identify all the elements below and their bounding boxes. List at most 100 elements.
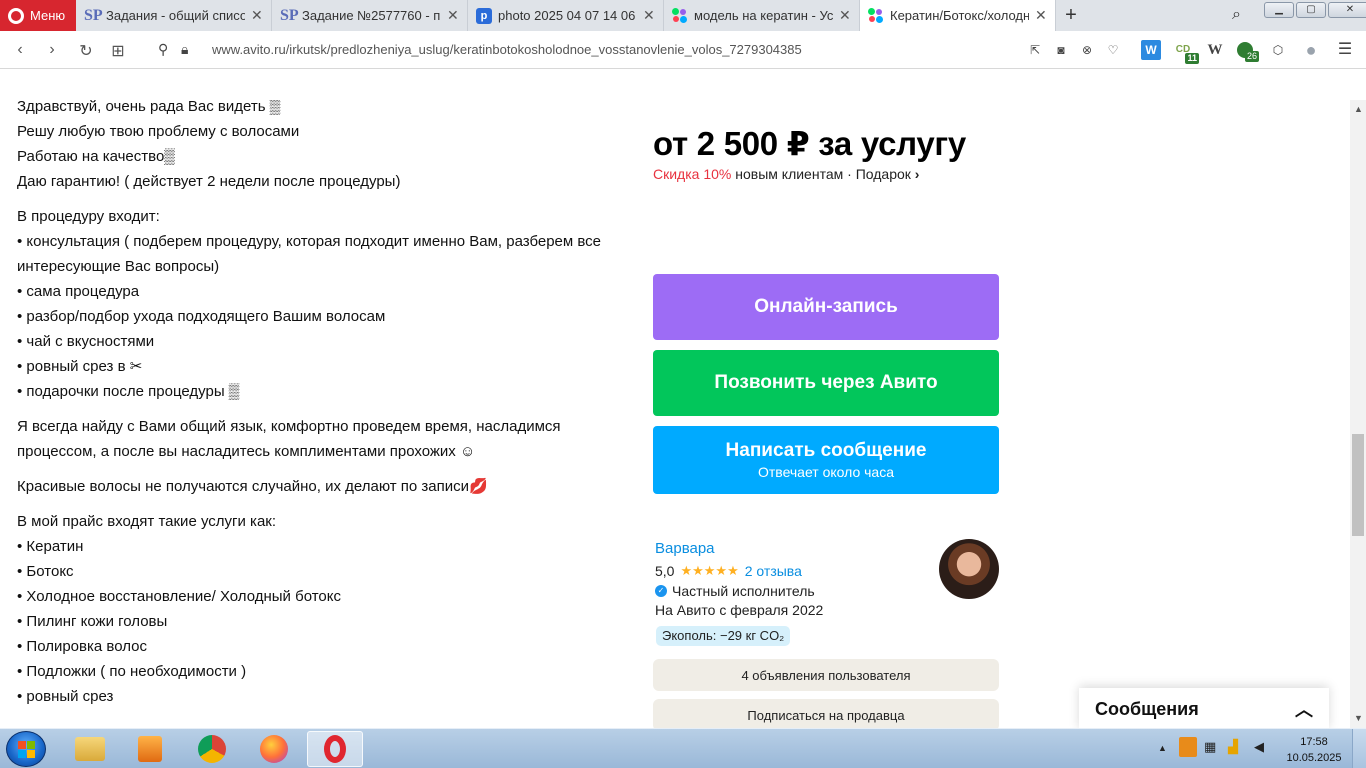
close-icon[interactable]: ✕ [251,7,263,24]
screen: Меню SP Задания - общий список з ✕ SP За… [0,0,1366,768]
camera-icon[interactable]: ◙ [1051,40,1071,60]
start-button[interactable] [6,731,46,767]
star-rating-icon: ★★★★★ [680,563,739,578]
easy-setup-icon[interactable]: ☰ [1335,40,1355,60]
firefox-taskbar-button[interactable] [246,731,302,767]
scroll-up-arrow-icon[interactable]: ▲ [1354,104,1363,114]
tab-1[interactable]: SP Задания - общий список з ✕ [76,0,272,31]
tab-bar: Меню SP Задания - общий список з ✕ SP За… [0,0,1366,31]
intro-line: Здравствуй, очень рада Вас видеть ▒ [17,100,281,115]
messages-panel[interactable]: Сообщения ︿ [1079,688,1329,730]
lock-icon[interactable]: 🔒︎ [181,41,188,58]
intro-paragraph: Здравствуй, очень рада Вас видеть ▒ Решу… [17,100,627,194]
tab-5-active[interactable]: Кератин/Ботокс/холодное ✕ [860,0,1056,31]
paragraph-common-language: Я всегда найду с Вами общий язык, комфор… [17,418,561,460]
back-icon[interactable]: ‹ [4,41,36,59]
paragraph-beautiful-hair: Красивые волосы не получаются случайно, … [17,478,488,495]
tab-4[interactable]: модель на кератин - Услу ✕ [664,0,860,31]
wiki-extension-icon[interactable]: W [1205,40,1225,60]
clock-date: 10.05.2025 [1286,752,1342,764]
tray-expand-icon[interactable]: ▲ [1158,743,1167,753]
network-icon[interactable]: ▟ [1228,739,1238,755]
forward-icon[interactable]: › [36,41,68,59]
folder-icon [75,737,105,761]
eco-badge[interactable]: Экополь: −29 кг CO₂ [656,626,791,646]
scroll-down-arrow-icon[interactable]: ▼ [1354,713,1363,723]
tabs-grid-icon[interactable]: ⊞ [102,41,134,61]
tab-3[interactable]: p photo 2025 04 07 14 06 39 ✕ [468,0,664,31]
system-clock[interactable]: 17:58 10.05.2025 [1282,734,1346,766]
tab-title: Задание №2577760 - прос [302,8,441,23]
close-icon[interactable]: ✕ [447,7,459,24]
gift-link[interactable]: Подарок › [856,166,920,182]
opera-logo-icon [8,7,24,24]
location-pin-icon[interactable]: ⚲ [158,41,168,58]
opera-taskbar-button[interactable] [307,731,363,767]
online-booking-label: Онлайн-запись [754,296,898,317]
show-desktop-button[interactable] [1352,729,1366,768]
close-icon[interactable]: ✕ [1035,7,1047,24]
price-item: • Холодное восстановление/ Холодный бото… [17,588,341,605]
reviews-link[interactable]: 2 отзыва [745,563,802,579]
word-extension-icon[interactable]: W [1141,40,1161,60]
heart-icon[interactable]: ♡ [1103,40,1123,60]
close-window-button[interactable]: ✕ [1328,2,1366,18]
avito-favicon-icon [868,7,884,24]
scrollbar-thumb[interactable] [1352,434,1364,536]
seller-avatar[interactable] [939,539,999,599]
subscribe-seller-button[interactable]: Подписаться на продавца [653,699,999,728]
tab-2[interactable]: SP Задание №2577760 - прос ✕ [272,0,468,31]
media-player-taskbar-button[interactable] [122,731,178,767]
explorer-taskbar-button[interactable] [62,731,118,767]
price-list-title: В мой прайс входят такие услуги как: [17,513,277,530]
firefox-icon [260,735,288,763]
tray-app-icon[interactable] [1179,737,1197,757]
profile-icon[interactable]: ● [1301,40,1321,60]
call-via-avito-button[interactable]: Позвонить через Авито [653,350,999,416]
tray-device-icon[interactable]: ▦ [1204,739,1216,755]
opera-menu-button[interactable]: Меню [0,0,76,31]
cd-extension-icon[interactable]: CD 11 [1173,40,1199,64]
menu-label: Меню [30,8,66,23]
seller-rating: 5,0 ★★★★★ 2 отзыва [655,563,802,579]
vk-extension-icon[interactable]: 26 [1237,42,1259,62]
adblock-icon[interactable]: ⊗ [1077,40,1097,60]
reload-icon[interactable]: ↻ [70,41,102,61]
page-scrollbar[interactable] [1350,100,1366,728]
page-content: Здравствуй, очень рада Вас видеть ▒ Решу… [0,100,1350,728]
minimize-button[interactable]: ▁ [1264,2,1294,18]
search-tabs-icon[interactable]: ⌕ [1232,6,1241,24]
address-bar: ‹ › ↻ ⊞ ⚲ 🔒︎ www.avito.ru/irkutsk/predlo… [0,31,1366,69]
seller-since: На Авито с февраля 2022 [655,602,824,618]
tab-title: photo 2025 04 07 14 06 39 [498,8,637,23]
write-message-button[interactable]: Написать сообщение Отвечает около часа [653,426,999,494]
procedure-item: • сама процедура [17,283,140,300]
url-text[interactable]: www.avito.ru/irkutsk/predlozheniya_uslug… [212,42,802,57]
chevron-right-icon: › [914,166,920,182]
price-item: • Кератин [17,538,84,555]
clock-time: 17:58 [1300,736,1328,748]
windows-taskbar: ▲ ▦ ▟ ◀ 17:58 10.05.2025 [0,728,1366,768]
gift-label: Подарок [855,166,911,182]
chrome-taskbar-button[interactable] [184,731,240,767]
procedure-item: • чай с вкусностями [17,333,155,350]
volume-icon[interactable]: ◀ [1254,739,1264,755]
new-tab-button[interactable]: + [1056,0,1086,31]
procedure-item: • ровный срез в ✂ [17,358,143,375]
chevron-up-icon[interactable]: ︿ [1295,696,1313,722]
chrome-icon [198,735,226,763]
cube-extension-icon[interactable]: ⬡ [1268,40,1288,60]
close-icon[interactable]: ✕ [643,7,655,24]
intro-line: Работаю на качество▒ [17,148,175,165]
procedure-item: • подарочки после процедуры ▒ [17,383,240,400]
price-list: В мой прайс входят такие услуги как: • К… [17,509,627,709]
close-icon[interactable]: ✕ [839,7,851,24]
discount-percent: Скидка 10% [653,166,732,182]
user-ads-button[interactable]: 4 объявления пользователя [653,659,999,691]
online-booking-button[interactable]: Онлайн-запись [653,274,999,340]
send-icon[interactable]: ⇱ [1025,40,1045,60]
seller-name-link[interactable]: Варвара [655,540,715,557]
price-item: • Пилинг кожи головы [17,613,168,630]
seller-type: ✓ Частный исполнитель [655,583,815,599]
maximize-button[interactable]: ▢ [1296,2,1326,18]
